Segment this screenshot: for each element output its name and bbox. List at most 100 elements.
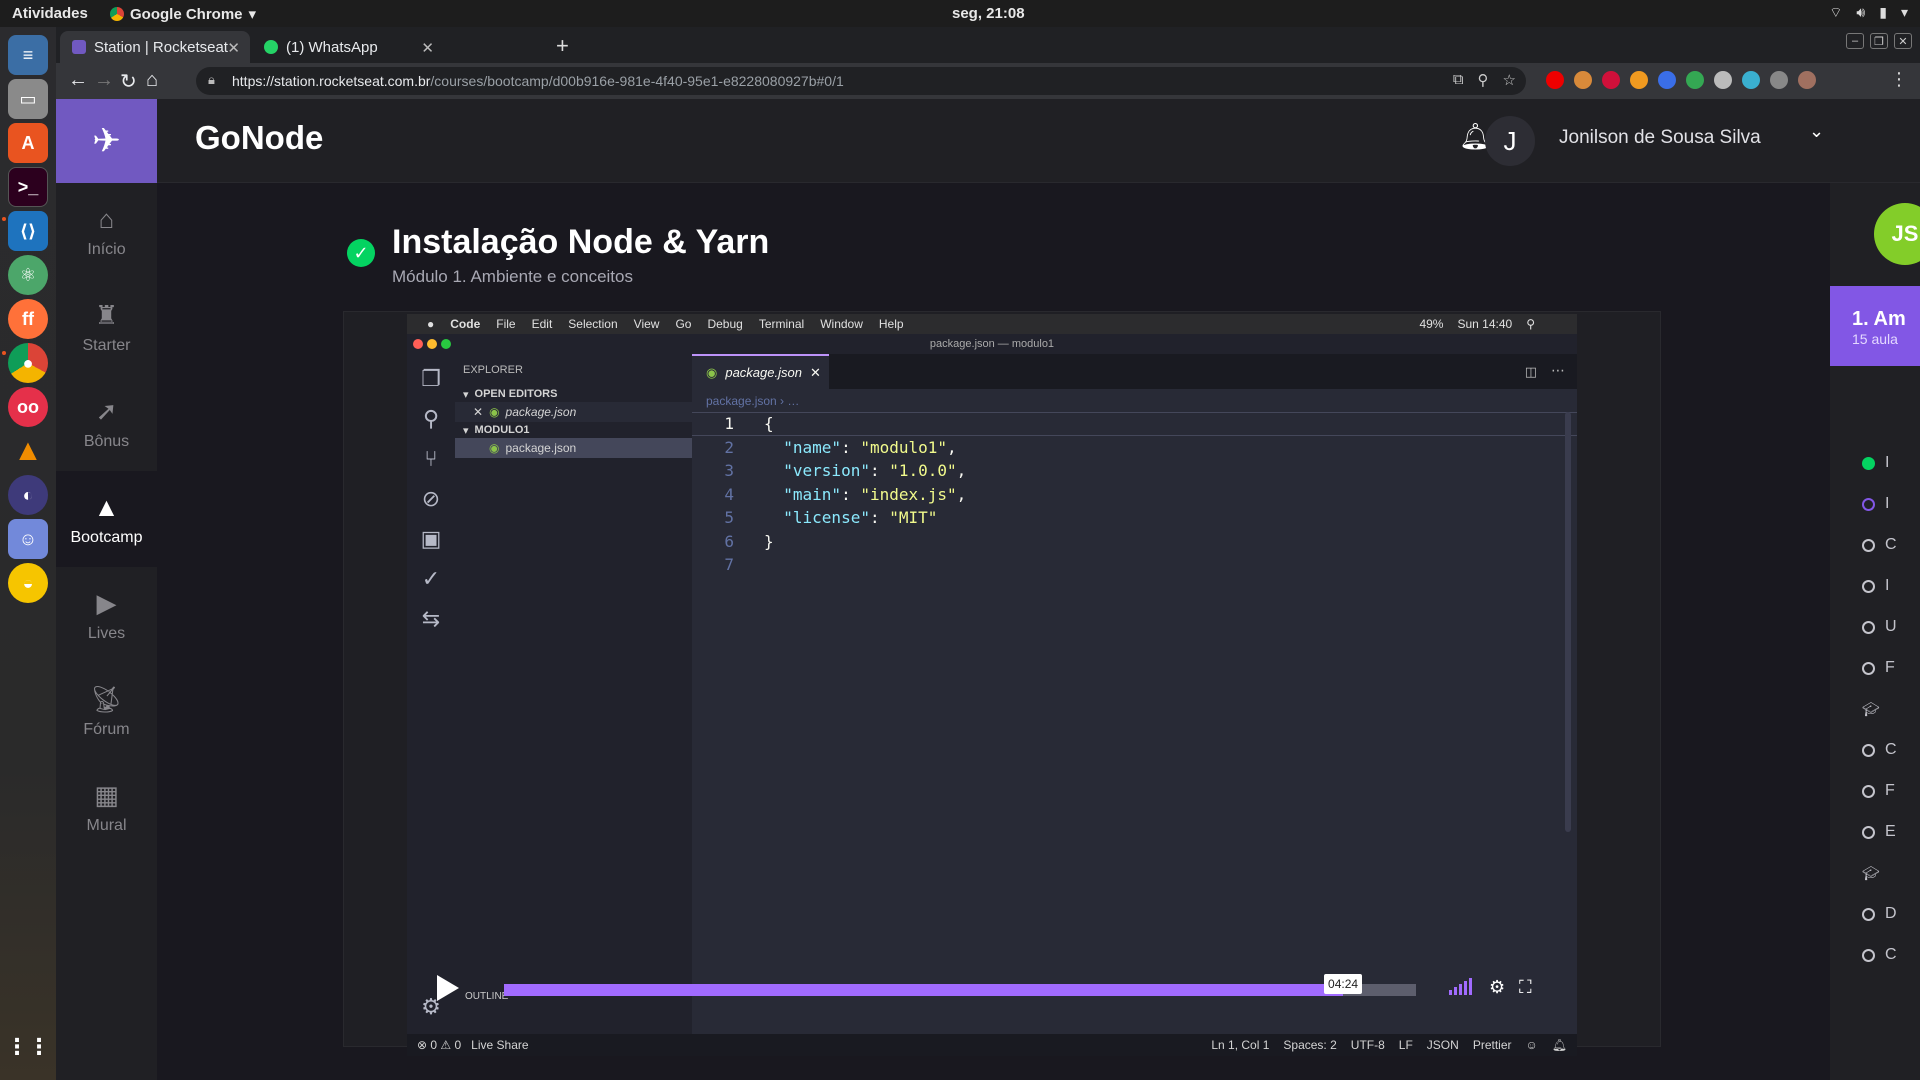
lesson-item[interactable]: C <box>1862 740 1912 760</box>
user-name[interactable]: Jonilson de Sousa Silva <box>1559 127 1761 149</box>
extension-icon[interactable] <box>1658 71 1676 89</box>
lesson-item[interactable]: I <box>1862 453 1912 473</box>
lesson-item-label: F <box>1885 782 1895 799</box>
video-progress-bar[interactable]: 04:24 <box>504 974 1416 996</box>
lesson-item[interactable]: D <box>1862 904 1912 924</box>
volume-bar <box>1469 978 1472 995</box>
extension-icon[interactable] <box>1630 71 1648 89</box>
back-button[interactable]: ← <box>68 69 88 92</box>
tab-station[interactable]: Station | Rocketseat ✕ <box>60 31 250 63</box>
extension-icon[interactable] <box>1574 71 1592 89</box>
mac-battery-percent: 49% <box>1419 317 1444 331</box>
reload-button[interactable]: ↻ <box>120 69 137 94</box>
dock-eclipse-icon[interactable]: ◐ <box>8 475 48 515</box>
play-icon[interactable] <box>437 975 459 1001</box>
translate-icon[interactable]: ⧉ <box>1453 71 1464 89</box>
dock-text-editor-icon[interactable]: ≡ <box>8 35 48 75</box>
extension-icon[interactable] <box>1742 71 1760 89</box>
system-tray[interactable]: ⌔ 🔊︎ ▮ ▾ <box>1829 4 1908 22</box>
lesson-item[interactable]: 🎓︎ <box>1862 863 1912 883</box>
extension-icon[interactable] <box>1798 71 1816 89</box>
dock-atom-icon[interactable]: ⚛ <box>8 255 48 295</box>
close-window-icon[interactable]: ✕ <box>1894 33 1912 49</box>
nav-item-starter[interactable]: ♜ Starter <box>56 279 157 375</box>
lesson-item[interactable]: C <box>1862 945 1912 965</box>
editor-tab: ◉ package.json ✕ <box>692 354 829 389</box>
dock-discord-icon[interactable]: ☺ <box>8 519 48 559</box>
rocketseat-logo-icon[interactable]: ✈ <box>56 99 157 183</box>
close-tab-icon[interactable]: ✕ <box>421 39 434 57</box>
mac-menu-item: View <box>633 317 660 331</box>
chrome-menu-icon[interactable]: ⋮ <box>1890 69 1908 90</box>
whatsapp-favicon-icon <box>264 40 278 54</box>
clock[interactable]: seg, 21:08 <box>952 5 1025 22</box>
fullscreen-icon[interactable]: ⛶ <box>1519 977 1532 998</box>
lesson-item[interactable]: F <box>1862 781 1912 801</box>
code-line: 6 } <box>692 530 1577 554</box>
app-menu-label: Google Chrome <box>130 5 243 23</box>
zoom-icon[interactable]: ⚲ <box>1478 71 1489 89</box>
address-bar[interactable]: 🔒︎ https://station.rocketseat.com.br /co… <box>196 67 1526 95</box>
collapse-arrow-icon: ▾ <box>463 424 469 437</box>
omnibox-actions: ⧉ ⚲ ☆ <box>1453 71 1516 89</box>
extension-icon[interactable] <box>1714 71 1732 89</box>
app-menu[interactable]: Google Chrome ▾ <box>110 5 256 23</box>
home-button[interactable]: ⌂ <box>146 69 158 92</box>
files-icon: ❐ <box>421 366 441 391</box>
nav-item-bonus[interactable]: ➚ Bônus <box>56 375 157 471</box>
maximize-icon[interactable]: ❐ <box>1870 33 1888 49</box>
video-player[interactable]: ● Code File Edit Selection View Go Debug… <box>343 311 1661 1056</box>
editor-tab-label: package.json <box>725 365 802 380</box>
nav-item-inicio[interactable]: ⌂ Início <box>56 183 157 279</box>
lesson-item[interactable]: U <box>1862 617 1912 637</box>
dock-software-icon[interactable]: A <box>8 123 48 163</box>
extension-icon[interactable] <box>1770 71 1788 89</box>
module-header[interactable]: 1. Am 15 aula <box>1830 286 1920 366</box>
settings-gear-icon[interactable]: ⚙ <box>1489 977 1505 998</box>
dock-chrome-icon[interactable]: ● <box>8 343 48 383</box>
nav-item-lives[interactable]: ▶ Lives <box>56 567 157 663</box>
line-number: 4 <box>724 484 734 504</box>
close-tab-icon[interactable]: ✕ <box>227 39 240 57</box>
dock-vlc-icon[interactable]: ▲ <box>8 431 48 471</box>
dock-firefox-icon[interactable]: ff <box>8 299 48 339</box>
mac-menu-item: Terminal <box>758 317 805 331</box>
nav-item-bootcamp[interactable]: ▲ Bootcamp <box>56 471 157 567</box>
nav-item-forum[interactable]: 📡︎ Fórum <box>56 663 157 759</box>
minimize-icon[interactable]: – <box>1846 33 1864 49</box>
lesson-complete-check-icon[interactable]: ✓ <box>347 239 375 267</box>
new-tab-button[interactable]: + <box>556 33 569 59</box>
pending-icon <box>1862 620 1875 634</box>
show-apps-icon[interactable]: ⋮⋮ <box>6 1027 50 1067</box>
extension-icon[interactable] <box>1602 71 1620 89</box>
lesson-item[interactable]: I <box>1862 576 1912 596</box>
activities-button[interactable]: Atividades <box>12 5 88 22</box>
extension-icon[interactable] <box>1686 71 1704 89</box>
lesson-item[interactable]: 🎓︎ <box>1862 699 1912 719</box>
os-top-bar: Atividades Google Chrome ▾ seg, 21:08 ⌔ … <box>0 0 1920 27</box>
line-number: 3 <box>724 461 734 481</box>
chevron-down-icon[interactable]: ⌄ <box>1809 121 1824 142</box>
caret-down-icon: ▾ <box>248 6 257 23</box>
lesson-item[interactable]: I <box>1862 494 1912 514</box>
code-text: } <box>764 531 774 551</box>
pending-icon <box>1862 825 1875 839</box>
bookmark-star-icon[interactable]: ☆ <box>1503 71 1516 89</box>
dock-terminal-icon[interactable]: >_ <box>8 167 48 207</box>
dock-vscode-icon[interactable]: ⟨⟩ <box>8 211 48 251</box>
nav-item-mural[interactable]: ▦ Mural <box>56 759 157 855</box>
tab-whatsapp[interactable]: (1) WhatsApp ✕ <box>252 31 444 63</box>
avatar[interactable]: J <box>1485 116 1535 166</box>
volume-control[interactable] <box>1449 977 1472 995</box>
extension-icon[interactable] <box>1546 71 1564 89</box>
dock-files-icon[interactable]: ▭ <box>8 79 48 119</box>
lesson-item[interactable]: E <box>1862 822 1912 842</box>
lesson-item[interactable]: C <box>1862 535 1912 555</box>
lesson-item-label: E <box>1885 823 1896 840</box>
collapse-arrow-icon: ▾ <box>463 388 469 401</box>
lesson-item[interactable]: F <box>1862 658 1912 678</box>
forward-button[interactable]: → <box>94 69 114 92</box>
dock-app-icon[interactable]: ◒ <box>8 563 48 603</box>
dock-recorder-icon[interactable]: oo <box>8 387 48 427</box>
pending-icon <box>1862 784 1875 798</box>
